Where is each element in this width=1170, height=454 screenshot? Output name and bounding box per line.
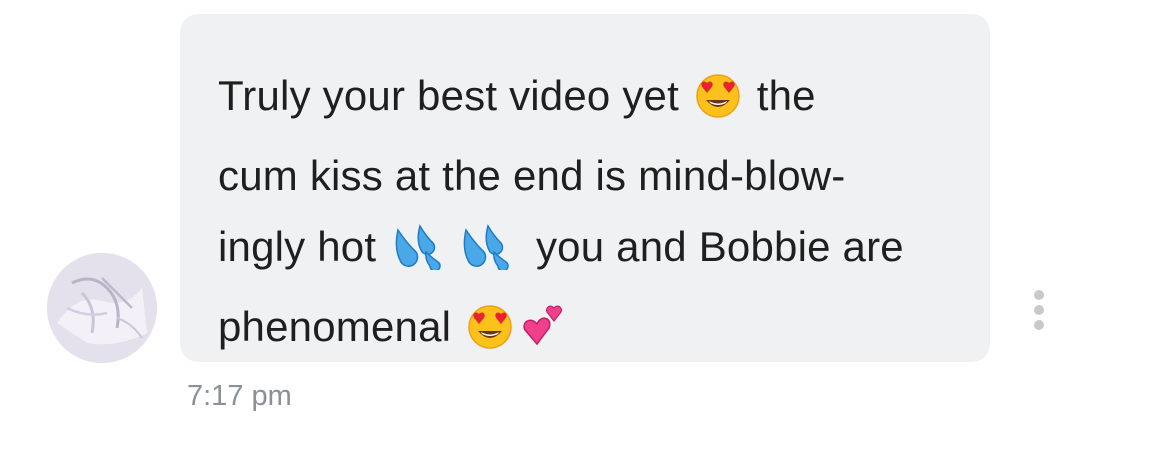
- message-bubble[interactable]: Truly your best video yet the cum kiss a…: [180, 14, 990, 362]
- sweat-droplets-icon: [392, 220, 452, 291]
- avatar[interactable]: [47, 253, 157, 363]
- heart-eyes-face-icon: [467, 300, 513, 371]
- message-text: the: [756, 72, 816, 119]
- message-line-3: ingly hot you and Bobbie are: [218, 211, 960, 291]
- sweat-droplets-icon: [460, 220, 520, 291]
- message-text: Truly your best video yet: [218, 72, 679, 119]
- message-text: phenomenal: [218, 303, 452, 350]
- more-vertical-icon[interactable]: [1028, 290, 1050, 330]
- message-line-2: cum kiss at the end is mind-blow-: [218, 152, 846, 199]
- heart-eyes-face-icon: [695, 69, 741, 140]
- menu-dot: [1034, 320, 1044, 330]
- message-text: you and Bobbie are: [535, 223, 904, 270]
- message-timestamp: 7:17 pm: [187, 380, 292, 412]
- message-line-4: phenomenal: [218, 291, 960, 371]
- menu-dot: [1034, 290, 1044, 300]
- menu-dot: [1034, 305, 1044, 315]
- message-line-1: Truly your best video yet the: [218, 60, 960, 140]
- two-hearts-icon: [521, 300, 567, 371]
- message-text: ingly hot: [218, 223, 377, 270]
